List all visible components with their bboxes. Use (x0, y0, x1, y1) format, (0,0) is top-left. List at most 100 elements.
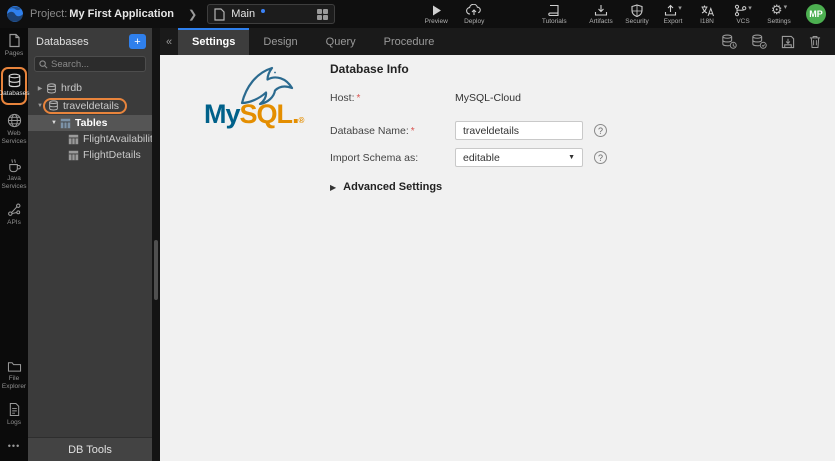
api-nodes-icon (7, 203, 20, 216)
table-icon (60, 118, 71, 128)
settings-button[interactable]: ⚙ ▾ Settings (764, 2, 794, 26)
tab-design[interactable]: Design (249, 28, 311, 55)
security-button[interactable]: Security (622, 3, 652, 25)
sidebar-active-highlight: Databases (0, 67, 30, 106)
artifacts-button[interactable]: Artifacts (586, 4, 616, 25)
folder-icon (7, 361, 21, 372)
help-icon[interactable]: ? (594, 151, 607, 164)
tree-item-tables[interactable]: ▼ Tables (28, 115, 152, 131)
sidebar-item-file-explorer[interactable]: File Explorer (0, 355, 28, 397)
collapse-panel-icon[interactable]: « (160, 28, 178, 55)
database-name-label: Database Name: * (330, 124, 415, 137)
preview-button[interactable]: Preview (421, 4, 451, 25)
advanced-settings-toggle[interactable]: ▶ Advanced Settings (330, 181, 790, 193)
host-value: MySQL-Cloud (455, 92, 521, 104)
pages-grid-icon[interactable] (317, 8, 329, 20)
current-page-name: Main (231, 8, 256, 20)
unsaved-indicator-dot (261, 9, 266, 13)
caret-right-icon: ▶ (330, 182, 337, 192)
settings-content: MySQL.® Database Info Host: * MySQL-Cloud… (160, 55, 835, 461)
database-name-input[interactable] (455, 121, 583, 140)
sidebar-item-java-services[interactable]: Java Services (0, 153, 28, 197)
gear-icon: ⚙ (770, 2, 783, 17)
caret-down-icon: ▼ (568, 154, 575, 161)
cloud-upload-icon (466, 3, 482, 15)
import-schema-select[interactable]: editable ▼ (455, 148, 583, 167)
required-asterisk: * (356, 93, 361, 104)
table-icon (68, 150, 79, 160)
tutorials-button[interactable]: Tutorials (539, 4, 569, 25)
host-row: Host: * MySQL-Cloud (330, 89, 790, 107)
project-name: My First Application (69, 8, 175, 20)
tab-query[interactable]: Query (312, 28, 370, 55)
tab-settings[interactable]: Settings (178, 28, 250, 55)
chevron-down-icon: ▾ (783, 4, 788, 11)
chevron-right-icon: ❯ (188, 8, 198, 21)
topbar: Project: My First Application ❯ Main Pre… (0, 0, 835, 28)
help-icon[interactable]: ? (594, 124, 607, 137)
download-tray-icon (594, 4, 608, 16)
tree-item-label: traveldetails (63, 99, 120, 112)
more-options-icon[interactable]: ••• (8, 433, 20, 461)
database-info-form: Database Info Host: * MySQL-Cloud Databas… (330, 62, 790, 193)
export-button[interactable]: ▾ Export (658, 4, 688, 25)
add-database-button[interactable]: + (129, 34, 146, 49)
tree-item-label: FlightAvailability (83, 133, 159, 145)
import-schema-label: Import Schema as: (330, 151, 419, 164)
main-area: « Settings Design Query Procedure MySQL.… (160, 28, 835, 461)
service-tabbar: « Settings Design Query Procedure (160, 28, 835, 55)
save-icon[interactable] (781, 35, 795, 49)
tab-procedure[interactable]: Procedure (370, 28, 449, 55)
tree-item-hrdb[interactable]: ▶ hrdb (28, 80, 152, 96)
database-tree: ▶ hrdb ▼ traveldetails ▼ Tables FlightAv… (28, 80, 158, 163)
caret-down-icon[interactable]: ▼ (50, 120, 58, 126)
tree-item-label: hrdb (61, 82, 83, 94)
annotation-highlight: traveldetails (43, 97, 128, 114)
databases-panel: Databases + ▶ hrdb ▼ (28, 28, 158, 461)
scrollbar-thumb[interactable] (154, 240, 158, 300)
wavemaker-logo-icon[interactable] (0, 0, 30, 28)
database-icon (47, 82, 56, 93)
translate-icon (701, 5, 714, 16)
sidebar-item-pages[interactable]: Pages (0, 28, 28, 64)
search-icon (39, 59, 48, 68)
branch-icon (735, 4, 747, 16)
tree-item-traveldetails[interactable]: ▼ traveldetails (28, 96, 152, 115)
db-history-icon[interactable] (751, 34, 767, 49)
sidebar-item-logs[interactable]: Logs (0, 397, 28, 433)
tree-item-flightdetails[interactable]: FlightDetails (28, 147, 152, 163)
database-icon (8, 73, 20, 88)
tree-item-flightavailability[interactable]: FlightAvailability (28, 131, 158, 147)
sidebar-item-apis[interactable]: APIs (0, 197, 28, 233)
page-selector[interactable]: Main (207, 4, 336, 24)
panel-empty-area (28, 163, 152, 437)
panel-header: Databases + (28, 28, 152, 53)
export-icon (665, 4, 677, 16)
sidebar-item-web-services[interactable]: Web Services (0, 108, 28, 152)
sidebar-item-databases[interactable]: Databases (0, 70, 30, 101)
chevron-down-icon: ▾ (678, 4, 682, 12)
delete-icon[interactable] (809, 35, 821, 49)
globe-icon (7, 114, 21, 128)
db-tools-button[interactable]: DB Tools (28, 437, 152, 461)
book-icon (548, 4, 559, 16)
user-avatar[interactable]: MP (806, 4, 826, 24)
deploy-button[interactable]: Deploy (459, 3, 489, 25)
left-sidebar: Pages Databases Web Services Java Servic… (0, 28, 30, 461)
caret-right-icon[interactable]: ▶ (36, 85, 44, 92)
import-schema-row: Import Schema as: editable ▼ ? (330, 148, 790, 167)
database-search[interactable] (34, 56, 146, 72)
page-icon (214, 7, 225, 21)
panel-title: Databases (36, 35, 89, 48)
panel-scrollbar[interactable] (152, 28, 160, 461)
required-asterisk: * (410, 125, 415, 137)
db-reimport-icon[interactable] (721, 34, 737, 49)
table-icon (68, 134, 79, 144)
search-input[interactable] (51, 58, 141, 70)
vcs-button[interactable]: ▾ VCS (728, 4, 758, 25)
tree-item-label: Tables (75, 117, 108, 129)
play-icon (432, 5, 441, 15)
i18n-button[interactable]: I18N (692, 4, 722, 25)
coffee-cup-icon (8, 158, 21, 172)
page-icon (9, 33, 20, 48)
